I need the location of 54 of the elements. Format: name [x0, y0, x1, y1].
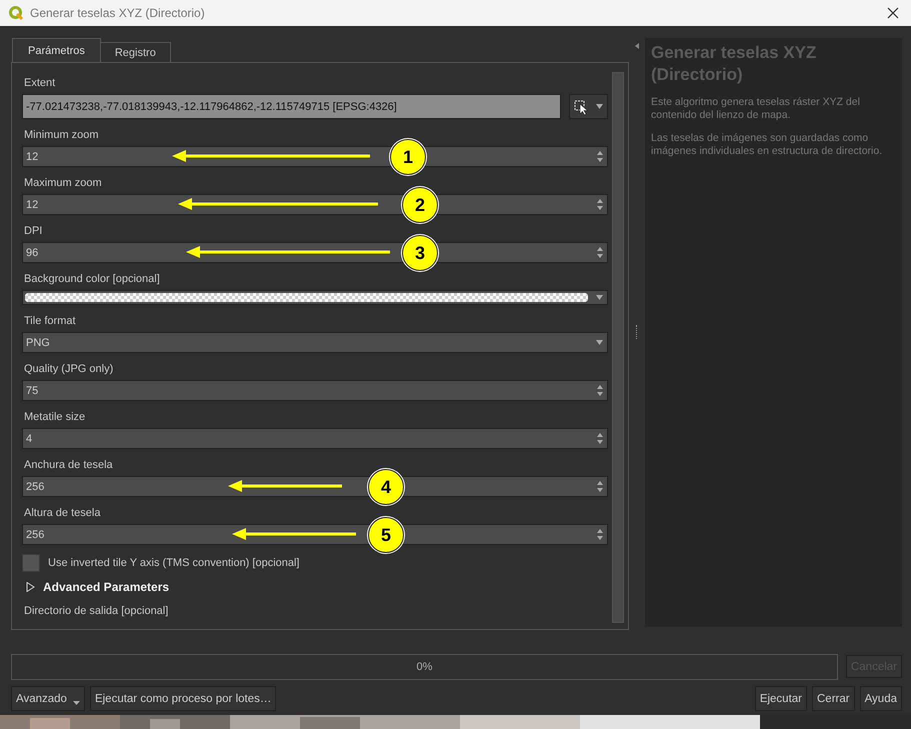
spin-box[interactable]: 4: [22, 428, 608, 449]
splitter-handle[interactable]: [636, 325, 638, 339]
spin-box[interactable]: 75: [22, 380, 608, 401]
field-label: DPI: [23, 224, 44, 239]
button[interactable]: Cerrar: [812, 686, 855, 711]
field-label: Minimum zoom: [23, 128, 100, 143]
field-label: Extent: [23, 76, 56, 91]
spin-arrows-icon: [597, 199, 603, 210]
app-logo-icon: [8, 5, 24, 21]
field-label: Directorio de salida [opcional]: [23, 604, 170, 619]
callout-number: 5: [368, 517, 404, 553]
field-label: Background color [opcional]: [23, 272, 161, 287]
scrollbar[interactable]: [612, 72, 624, 623]
spin-arrows-icon: [597, 481, 603, 492]
caret-icon: [596, 340, 603, 345]
menu-button[interactable]: Avanzado: [11, 686, 85, 711]
field-label: Tile format: [23, 314, 77, 329]
caret-icon: [596, 295, 603, 300]
field-label: Anchura de tesela: [23, 458, 114, 473]
button[interactable]: Ayuda: [860, 686, 902, 711]
button[interactable]: Ejecutar: [754, 686, 807, 711]
callout-number: 1: [390, 139, 426, 175]
tab[interactable]: Parámetros: [12, 38, 101, 62]
help-text: Las teselas de imágenes son guardadas como imágenes individuales en estructura de directorio.: [651, 132, 884, 158]
dropdown[interactable]: PNG: [22, 332, 608, 353]
close-icon[interactable]: [887, 7, 899, 19]
callout-number: 2: [402, 187, 438, 223]
checkbox[interactable]: [22, 554, 40, 572]
extent-menu-button[interactable]: [569, 94, 608, 119]
checkbox-label: Use inverted tile Y axis (TMS convention) [opcional]: [48, 557, 300, 569]
spin-arrows-icon: [597, 529, 603, 540]
section-header[interactable]: Advanced Parameters: [43, 580, 170, 594]
tab[interactable]: Registro: [100, 42, 171, 62]
caret-icon: [596, 104, 603, 109]
field-label: Metatile size: [23, 410, 86, 425]
callout-number: 3: [402, 235, 438, 271]
field-label: Maximum zoom: [23, 176, 103, 191]
extent-field[interactable]: -77.021473238,-77.018139943,-12.117964862,-12.115749715 [EPSG:4326]: [22, 94, 561, 119]
caret-icon: [72, 700, 80, 704]
button[interactable]: Ejecutar como proceso por lotes…: [90, 686, 276, 711]
field-label: Altura de tesela: [23, 506, 102, 521]
spin-arrows-icon: [597, 247, 603, 258]
progress-label: 0%: [416, 661, 432, 673]
field-label: Quality (JPG only): [23, 362, 114, 377]
spin-arrows-icon: [597, 433, 603, 444]
color-button[interactable]: [22, 290, 608, 305]
cursor-icon: [574, 98, 590, 114]
spin-arrows-icon: [597, 151, 603, 162]
spin-arrows-icon: [597, 385, 603, 396]
expand-arrow-icon[interactable]: [25, 582, 35, 592]
help-text: Este algoritmo genera teselas ráster XYZ del contenido del lienzo de mapa.: [651, 96, 861, 122]
callout-number: 4: [368, 469, 404, 505]
collapse-arrow-icon[interactable]: [635, 43, 639, 49]
window-title: Generar teselas XYZ (Directorio): [30, 6, 206, 20]
